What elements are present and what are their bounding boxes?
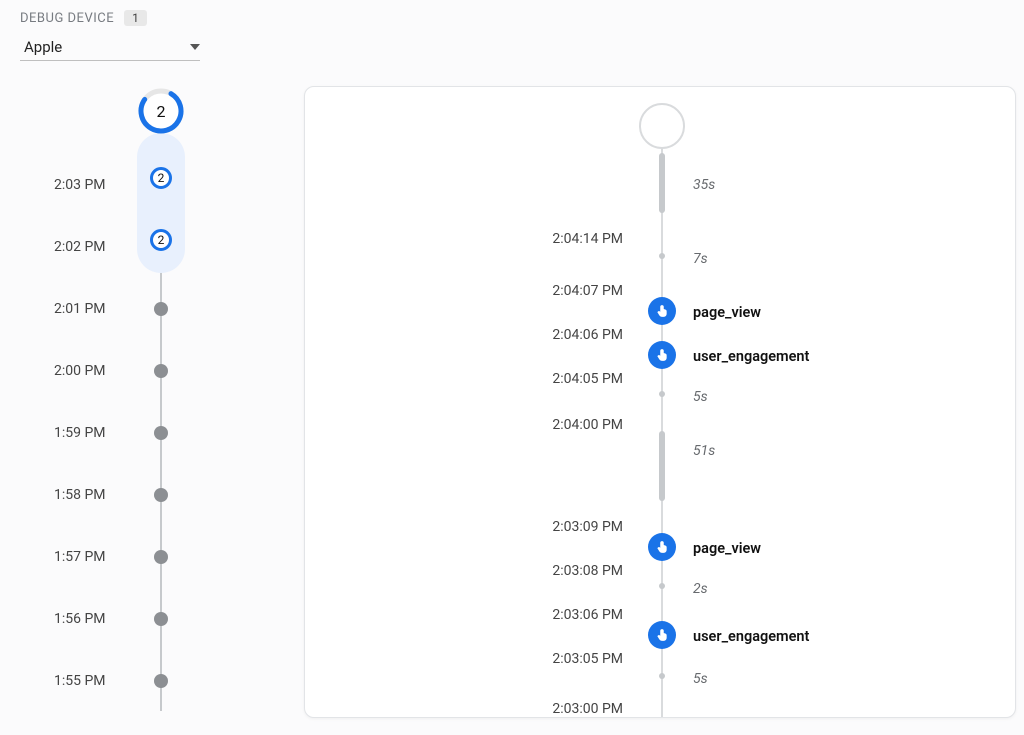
debug-header: DEBUG DEVICE 1 [20,10,280,26]
gap-duration: 2s [693,581,708,597]
debug-header-title: DEBUG DEVICE [20,11,114,26]
seconds-label: 2:03:09 PM [552,519,623,535]
minute-node-count: 2 [158,171,165,185]
minute-label: 1:57 PM [20,549,130,565]
device-count-badge: 1 [124,10,147,26]
minute-label: 2:00 PM [20,363,130,379]
seconds-top-circle [639,103,685,149]
minute-node [154,612,168,626]
minute-node [154,674,168,688]
minute-row[interactable]: 1:59 PM [20,423,280,443]
minute-label: 2:03 PM [20,177,130,193]
current-minute-count: 2 [137,87,185,135]
seconds-label: 2:03:05 PM [552,651,623,667]
seconds-label: 2:04:06 PM [552,327,623,343]
minute-row[interactable]: 1:58 PM [20,485,280,505]
minute-row[interactable]: 1:56 PM [20,609,280,629]
gap-duration: 5s [693,671,708,687]
event-name: user_engagement [693,348,809,365]
seconds-label: 2:04:14 PM [552,231,623,247]
device-select-value: Apple [24,38,62,56]
minute-node [154,488,168,502]
gap-duration: 5s [693,389,708,405]
gap-duration: 35s [693,177,715,193]
minute-label: 1:58 PM [20,487,130,503]
gap-duration: 51s [693,443,715,459]
seconds-label: 2:03:00 PM [552,701,623,717]
minute-label: 1:59 PM [20,425,130,441]
minute-label: 2:02 PM [20,239,130,255]
event-name: page_view [693,304,761,321]
minute-node-count: 2 [158,233,165,247]
minute-row[interactable]: 2:01 PM [20,299,280,319]
minute-row[interactable]: 2:00 PM [20,361,280,381]
caret-down-icon [190,44,200,50]
seconds-label: 2:04:07 PM [552,283,623,299]
minute-node [154,302,168,316]
minute-label: 1:56 PM [20,611,130,627]
minute-node-selected[interactable]: 2 [150,229,172,251]
minute-label: 2:01 PM [20,301,130,317]
minute-label: 1:55 PM [20,673,130,689]
event-name: user_engagement [693,628,809,645]
minute-node [154,426,168,440]
left-panel: DEBUG DEVICE 1 Apple 2 2:03 PM 2 2:02 PM [0,0,300,735]
minute-row[interactable]: 1:57 PM [20,547,280,567]
minutes-timeline: 2 2:03 PM 2 2:02 PM 2 2:01 PM 2:00 PM 1:… [20,89,280,729]
seconds-label: 2:03:06 PM [552,607,623,623]
gap-duration: 7s [693,251,708,267]
event-name: page_view [693,540,761,557]
seconds-detail-card: 35s 2:04:14 PM 7s 2:04:07 PM page_view 2… [304,86,1016,718]
minute-node-selected[interactable]: 2 [150,167,172,189]
seconds-label: 2:04:00 PM [552,417,623,433]
device-select[interactable]: Apple [20,32,200,61]
minute-node [154,550,168,564]
minute-node [154,364,168,378]
current-minute-ring[interactable]: 2 [137,87,185,135]
minute-row[interactable]: 1:55 PM [20,671,280,691]
